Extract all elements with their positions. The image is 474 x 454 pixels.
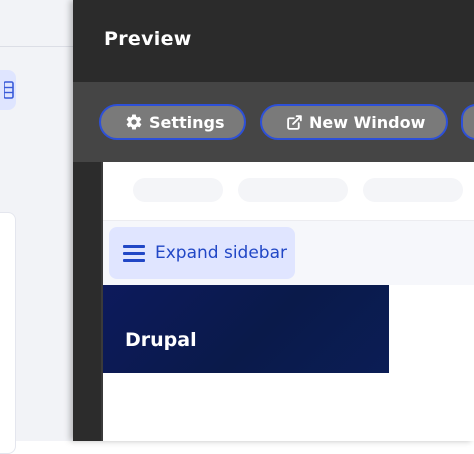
site-top-strip xyxy=(103,162,474,220)
table-icon xyxy=(4,81,14,99)
gear-icon xyxy=(126,114,142,130)
hamburger-menu-icon xyxy=(123,245,145,262)
preview-header: Preview xyxy=(73,0,474,82)
blurred-element xyxy=(238,178,348,202)
new-window-button-label: New Window xyxy=(309,112,426,132)
new-window-button[interactable]: New Window xyxy=(260,104,448,140)
site-nav-bar: Expand sidebar xyxy=(103,221,474,285)
settings-button-label: Settings xyxy=(149,112,225,132)
blurred-element xyxy=(363,178,463,202)
settings-button[interactable]: Settings xyxy=(99,104,246,140)
background-card xyxy=(0,212,16,454)
preview-panel: Preview Settings New Window Expand sideb… xyxy=(73,0,474,441)
background-app xyxy=(0,0,73,454)
site-brand-block[interactable]: Drupal xyxy=(103,285,389,373)
background-divider xyxy=(0,46,73,47)
external-link-icon xyxy=(287,114,302,130)
preview-toolbar: Settings New Window xyxy=(73,82,474,162)
background-table-button[interactable] xyxy=(0,70,16,110)
preview-title: Preview xyxy=(104,28,192,50)
blurred-element xyxy=(133,178,223,202)
toolbar-overflow-button[interactable] xyxy=(461,104,474,140)
expand-sidebar-button[interactable]: Expand sidebar xyxy=(109,227,295,279)
site-brand-name: Drupal xyxy=(125,329,197,351)
preview-frame: Expand sidebar Drupal xyxy=(101,162,474,441)
expand-sidebar-label: Expand sidebar xyxy=(155,243,288,263)
